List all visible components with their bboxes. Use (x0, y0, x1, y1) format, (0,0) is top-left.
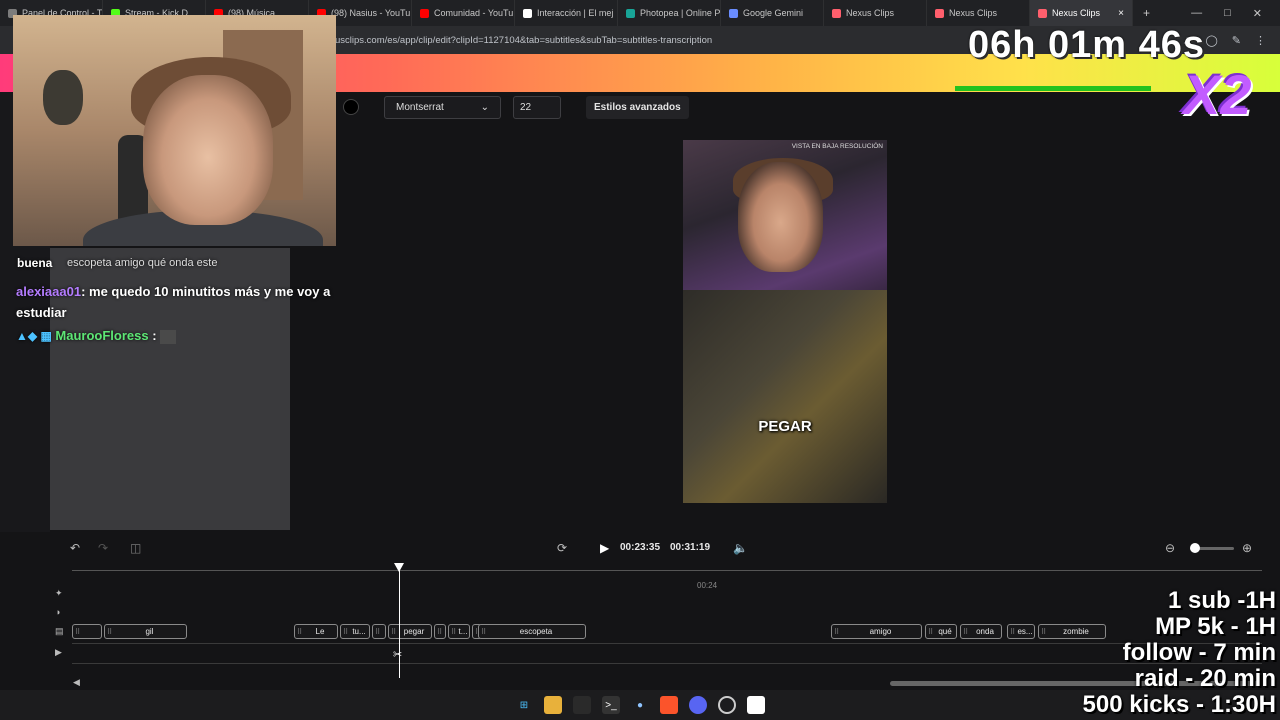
volume-icon[interactable]: 🔈 (733, 541, 748, 555)
chat-message: : (148, 328, 157, 343)
zoom-slider-handle[interactable] (1190, 543, 1200, 553)
nexus-icon (935, 8, 944, 18)
subtitle-chip[interactable]: onda (960, 624, 1002, 639)
style-icon[interactable]: ◑ (55, 607, 60, 617)
low-resolution-label: VISTA EN BAJA RESOLUCIÓN (791, 143, 883, 150)
magic-icon[interactable]: ✦ (55, 588, 63, 599)
subtitle-chip[interactable]: escopeta (478, 624, 586, 639)
current-time: 00:23:35 (620, 542, 661, 553)
subtitle-chip[interactable]: t... (448, 624, 470, 639)
chat-username: MaurooFloress (55, 328, 149, 343)
youtube-icon (420, 8, 429, 18)
play-icon[interactable]: ▶ (600, 541, 609, 555)
close-tab-icon[interactable]: × (1118, 8, 1124, 19)
extensions-icon[interactable]: ✎ (1232, 34, 1241, 47)
preview-gameplay-area (683, 290, 887, 503)
browser-tab[interactable]: Photopea | Online P (618, 0, 721, 26)
advanced-styles-button[interactable]: Estilos avanzados (586, 96, 689, 119)
webcam-person-face (143, 75, 273, 225)
font-select-value: Montserrat (396, 102, 444, 113)
discord-icon[interactable] (689, 696, 707, 714)
replay-icon[interactable]: ⟳ (557, 541, 567, 555)
epic-games-icon[interactable] (573, 696, 591, 714)
brave-browser-icon[interactable] (660, 696, 678, 714)
subtitle-chip[interactable] (72, 624, 102, 639)
timeline-ruler[interactable] (72, 570, 1262, 571)
webcam-pineapple-decor (43, 70, 83, 125)
font-size-input[interactable]: 22 (513, 96, 561, 119)
chat-badge-icons: ▲◆ ▦ (16, 329, 52, 343)
undo-icon[interactable]: ↶ (70, 541, 80, 555)
new-tab-button[interactable]: + (1133, 6, 1160, 20)
brave-shield-icon[interactable]: ◯ (1205, 34, 1217, 47)
menu-icon[interactable]: ⋮ (1255, 34, 1266, 47)
goal-line: follow - 7 min (1122, 639, 1276, 666)
text-color-swatch[interactable] (343, 99, 359, 115)
goal-line: raid - 20 min (1134, 665, 1276, 692)
goal-line: 500 kicks - 1:30H (1082, 691, 1276, 718)
playhead[interactable] (399, 566, 400, 678)
preview-person-face (738, 162, 823, 272)
browser-tab[interactable]: Comunidad - YouTu (412, 0, 515, 26)
preview-subtitle-caption: PEGAR (758, 418, 812, 435)
chat-popup-user: buena (17, 256, 53, 270)
windows-start-icon[interactable]: ⊞ (515, 696, 533, 714)
tab-favicon-icon (523, 8, 532, 18)
video-preview[interactable]: VISTA EN BAJA RESOLUCIÓN PEGAR (683, 140, 887, 503)
subathon-timer: 06h 01m 46s (968, 24, 1206, 66)
video-track-icon[interactable]: ▶ (55, 647, 62, 658)
url-text[interactable]: usclips.com/es/app/clip/edit?clipId=1127… (335, 35, 712, 46)
subtitles-track-icon[interactable]: ▤ (55, 626, 64, 637)
chat-username: alexiaaa01 (16, 284, 82, 299)
chevron-down-icon: ⌄ (480, 102, 489, 113)
goal-line: 1 sub -1H (1167, 587, 1276, 614)
preview-webcam-area: VISTA EN BAJA RESOLUCIÓN (683, 140, 887, 290)
subtitle-chip[interactable]: pegar (388, 624, 432, 639)
timer-progress-bar (955, 86, 1151, 91)
photopea-icon (626, 8, 635, 18)
capcut-icon[interactable] (747, 696, 765, 714)
steam-icon[interactable]: ● (631, 696, 649, 714)
subtitle-chip[interactable]: tu... (340, 624, 370, 639)
subathon-goals: 1 sub -1H MP 5k - 1H follow - 7 min raid… (1056, 588, 1276, 718)
gemini-icon (729, 8, 738, 18)
terminal-icon[interactable]: >_ (602, 696, 620, 714)
browser-tab-active[interactable]: Nexus Clips × (1030, 0, 1133, 26)
browser-tab[interactable]: Interacción | El mej (515, 0, 618, 26)
chat-popup-text: escopeta amigo qué onda este (67, 257, 218, 269)
total-time: 00:31:19 (670, 542, 711, 553)
font-select[interactable]: Montserrat ⌄ (384, 96, 501, 119)
streamer-webcam (13, 15, 336, 246)
subtitle-chip[interactable]: gil (104, 624, 187, 639)
browser-tab[interactable]: Nexus Clips (824, 0, 927, 26)
nexus-icon (832, 8, 841, 18)
subtitle-chip[interactable]: amigo (831, 624, 922, 639)
subtitle-chip[interactable]: es... (1007, 624, 1035, 639)
subtitle-chip[interactable]: qué (925, 624, 957, 639)
maximize-icon[interactable]: □ (1224, 7, 1231, 20)
browser-tab[interactable]: Google Gemini (721, 0, 824, 26)
playback-controls: ↶ ↷ ◫ ⟳ ▶ 00:23:35 00:31:19 🔈 ⊖ ⊕ (50, 535, 1280, 561)
close-window-icon[interactable]: ✕ (1253, 7, 1262, 20)
browser-tab[interactable]: Nexus Clips (927, 0, 1030, 26)
delete-icon[interactable]: ◫ (130, 541, 141, 555)
subtitle-chip[interactable] (372, 624, 386, 639)
subtitle-chip[interactable] (434, 624, 446, 639)
obs-icon[interactable] (718, 696, 736, 714)
chat-emote-icon (160, 329, 177, 344)
redo-icon[interactable]: ↷ (98, 541, 108, 555)
file-explorer-icon[interactable] (544, 696, 562, 714)
minimize-icon[interactable]: — (1191, 7, 1202, 20)
window-controls: — □ ✕ (1191, 7, 1280, 20)
scroll-left-icon[interactable]: ◀ (73, 677, 80, 688)
goal-line: MP 5k - 1H (1155, 613, 1276, 640)
nexus-icon (1038, 8, 1047, 18)
zoom-in-icon[interactable]: ⊕ (1242, 541, 1252, 555)
split-scissors-icon[interactable]: ✂ (393, 648, 402, 661)
multiplier-badge: X2 (1183, 63, 1252, 126)
subtitle-chip[interactable]: Le (294, 624, 338, 639)
zoom-out-icon[interactable]: ⊖ (1165, 541, 1175, 555)
ruler-time-label: 00:24 (697, 581, 718, 590)
